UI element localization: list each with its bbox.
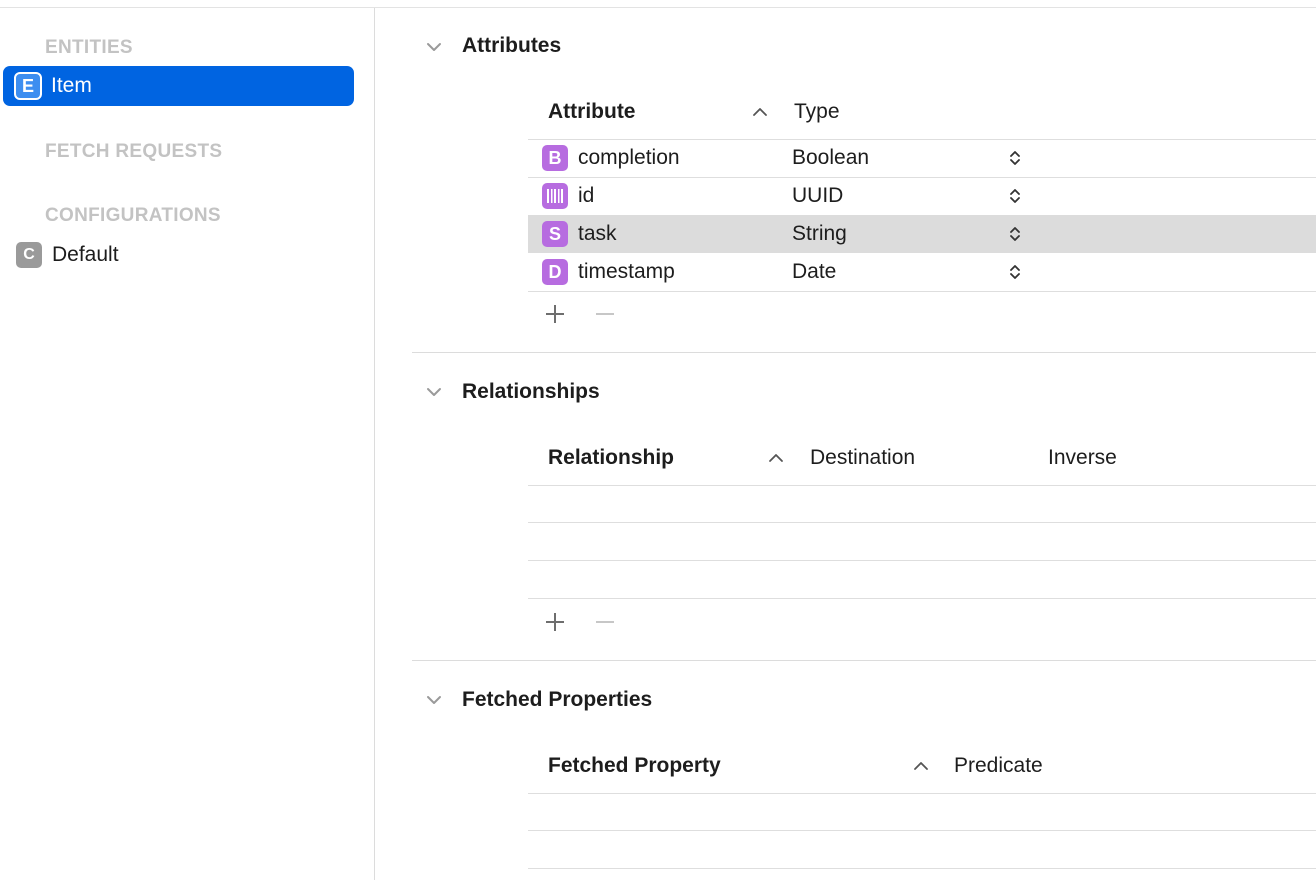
fetch-requests-header: FETCH REQUESTS [45,141,223,162]
up-down-stepper-icon[interactable] [1008,225,1022,243]
chevron-down-icon[interactable] [425,385,443,399]
sort-ascending-icon[interactable] [913,761,929,771]
table-row-selected[interactable]: S task String [528,215,1316,253]
table-row[interactable]: B completion Boolean [528,140,1316,176]
relationships-section-title: Relationships [462,380,600,403]
attribute-name[interactable]: completion [578,146,680,170]
remove-attribute-button[interactable] [593,302,617,326]
chevron-down-icon[interactable] [425,40,443,54]
empty-row-divider [528,868,1316,869]
row-divider [528,291,1316,292]
attribute-type[interactable]: Boolean [792,146,869,170]
fetched-properties-section-title: Fetched Properties [462,688,653,711]
configurations-header: CONFIGURATIONS [45,205,221,226]
empty-row-divider [528,830,1316,831]
attributes-section-title: Attributes [462,34,562,57]
configuration-icon: C [16,242,42,268]
table-row[interactable]: D timestamp Date [528,254,1316,290]
sidebar: ENTITIES E Item FETCH REQUESTS CONFIGURA… [0,8,375,880]
inverse-column-header[interactable]: Inverse [1048,446,1117,470]
entities-header: ENTITIES [45,37,133,58]
attribute-type[interactable]: String [792,222,847,246]
type-column-header[interactable]: Type [794,100,840,124]
relationship-column-header[interactable]: Relationship [548,446,674,470]
entity-icon: E [14,72,42,100]
up-down-stepper-icon[interactable] [1008,187,1022,205]
sidebar-item-label: Item [51,74,92,97]
sidebar-item-entity-item[interactable]: E Item [3,66,354,106]
empty-row-divider [528,598,1316,599]
attribute-name[interactable]: id [578,184,594,208]
up-down-stepper-icon[interactable] [1008,263,1022,281]
table-header-divider [528,793,1316,794]
barcode-icon [542,183,568,209]
empty-row-divider [528,522,1316,523]
sidebar-item-label: Default [52,243,119,266]
sort-ascending-icon[interactable] [768,453,784,463]
predicate-column-header[interactable]: Predicate [954,754,1043,778]
empty-row-divider [528,560,1316,561]
attribute-type[interactable]: UUID [792,184,843,208]
add-attribute-button[interactable] [543,302,567,326]
destination-column-header[interactable]: Destination [810,446,915,470]
attribute-type[interactable]: Date [792,260,836,284]
boolean-type-icon: B [542,145,568,171]
sort-ascending-icon[interactable] [752,107,768,117]
fetched-property-column-header[interactable]: Fetched Property [548,754,721,778]
chevron-down-icon[interactable] [425,693,443,707]
section-divider [412,352,1316,353]
section-divider [412,660,1316,661]
sidebar-item-configuration-default[interactable]: C Default [16,242,119,268]
remove-relationship-button[interactable] [593,610,617,634]
date-type-icon: D [542,259,568,285]
table-header-divider [528,485,1316,486]
attribute-column-header[interactable]: Attribute [548,100,636,124]
attribute-name[interactable]: task [578,222,617,246]
up-down-stepper-icon[interactable] [1008,149,1022,167]
string-type-icon: S [542,221,568,247]
table-row[interactable]: id UUID [528,178,1316,214]
attribute-name[interactable]: timestamp [578,260,675,284]
add-relationship-button[interactable] [543,610,567,634]
